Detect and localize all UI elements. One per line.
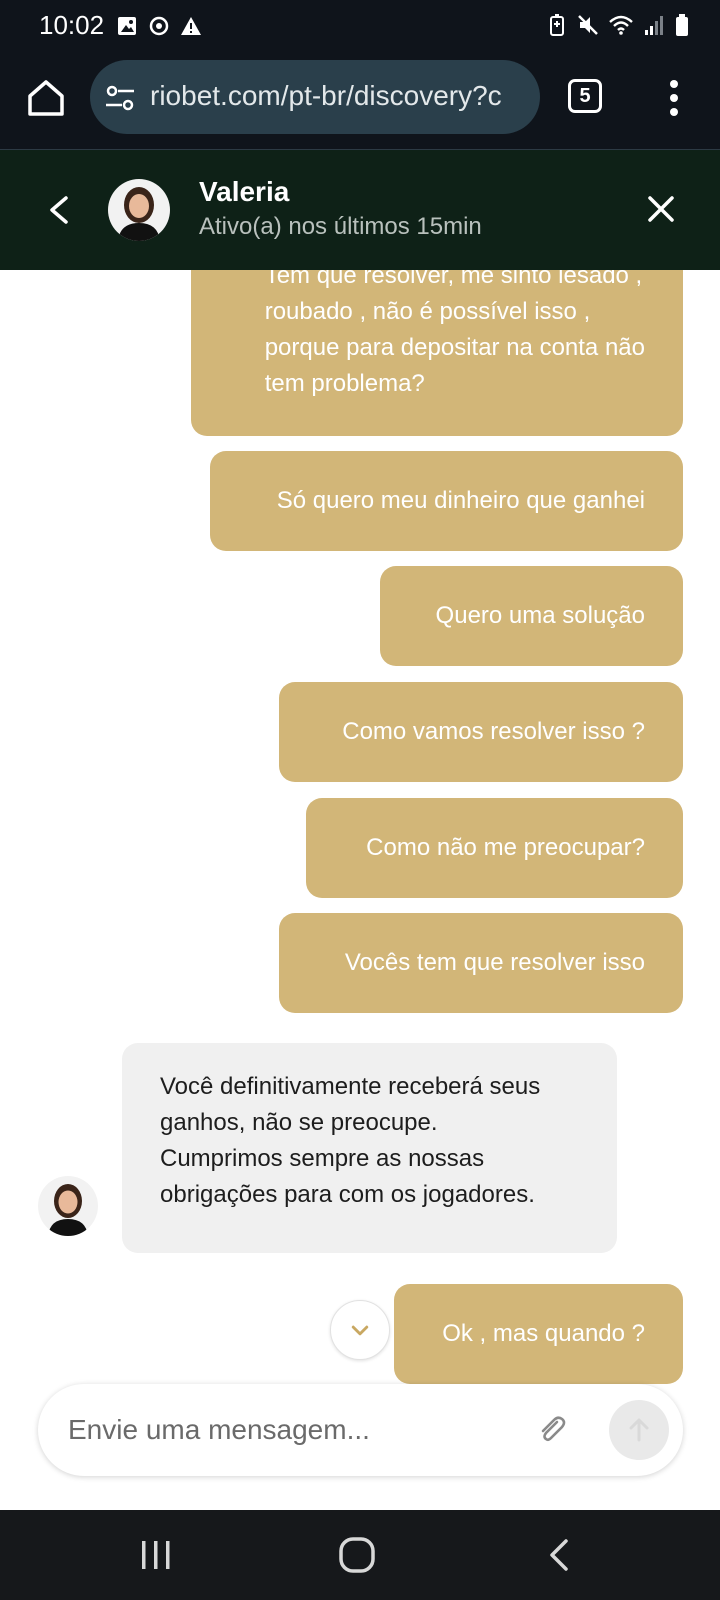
scroll-to-bottom-button[interactable] — [330, 1300, 390, 1360]
message-line: roubado , não é possível isso , — [264, 298, 591, 325]
agent-name: Valeria — [199, 176, 290, 207]
sync-icon — [149, 16, 169, 36]
system-navigation-bar — [0, 1510, 720, 1600]
message-outgoing: Como vamos resolver isso ? — [279, 682, 683, 782]
message-list[interactable]: Tem que resolver, me sinto lesado , roub… — [0, 270, 720, 1510]
chevron-down-icon — [351, 1325, 369, 1336]
message-line: ganhos, não se preocupe. — [160, 1109, 438, 1136]
gallery-icon — [118, 17, 136, 35]
message-text: Vocês tem que resolver isso — [344, 949, 645, 976]
arrow-up-icon — [629, 1418, 649, 1442]
send-button[interactable] — [609, 1400, 669, 1460]
message-outgoing: Vocês tem que resolver isso — [279, 913, 683, 1013]
message-incoming: Você definitivamente receberá seus ganho… — [122, 1043, 617, 1253]
status-right-icons — [546, 13, 690, 37]
tab-switcher-button[interactable]: 5 — [568, 79, 602, 113]
close-icon[interactable] — [646, 194, 676, 224]
message-text: Só quero meu dinheiro que ganhei — [276, 487, 645, 514]
agent-status: Ativo(a) nos últimos 15min — [199, 213, 482, 240]
mute-icon — [578, 15, 598, 35]
avatar-portrait-icon — [38, 1176, 98, 1236]
status-time: 10:02 — [39, 10, 105, 40]
message-outgoing: Só quero meu dinheiro que ganhei — [210, 451, 683, 551]
battery-icon — [676, 14, 688, 36]
message-outgoing: Como não me preocupar? — [306, 798, 683, 898]
message-line: obrigações para com os jogadores. — [160, 1181, 535, 1208]
more-menu-icon[interactable] — [664, 78, 684, 118]
message-text: Como vamos resolver isso ? — [342, 718, 645, 745]
back-icon[interactable] — [540, 1535, 580, 1575]
message-outgoing: Tem que resolver, me sinto lesado , roub… — [191, 270, 683, 436]
address-bar[interactable]: riobet.com/pt-br/discovery?c — [90, 60, 540, 134]
site-settings-icon[interactable] — [104, 84, 136, 112]
recent-apps-icon[interactable] — [136, 1535, 176, 1575]
wifi-icon — [609, 15, 633, 35]
back-arrow-icon[interactable] — [44, 194, 72, 226]
message-line: Tem que resolver, me sinto lesado , — [264, 270, 643, 289]
avatar-portrait-icon — [108, 179, 170, 241]
url-text[interactable]: riobet.com/pt-br/discovery?c — [150, 80, 530, 112]
warning-icon — [181, 17, 201, 35]
home-circle-icon[interactable] — [337, 1535, 377, 1575]
message-line: tem problema? — [264, 370, 425, 397]
agent-avatar — [108, 179, 170, 241]
home-icon[interactable] — [24, 76, 68, 120]
message-line: Cumprimos sempre as nossas — [160, 1145, 485, 1172]
agent-avatar-small — [38, 1176, 98, 1236]
browser-toolbar: riobet.com/pt-br/discovery?c 5 — [0, 52, 720, 150]
message-line: porque para depositar na conta não — [264, 334, 645, 361]
status-left-icons — [116, 14, 202, 38]
message-line: Você definitivamente receberá seus — [160, 1073, 541, 1100]
message-text: Ok , mas quando ? — [442, 1320, 645, 1347]
message-outgoing: Ok , mas quando ? — [394, 1284, 683, 1384]
message-input[interactable] — [68, 1406, 488, 1454]
screen: 10:02 riobet.com/pt-br/discovery?c 5 Val… — [0, 0, 720, 1600]
message-composer — [38, 1384, 683, 1476]
signal-icon — [645, 16, 663, 35]
message-text: Tem que resolver, me sinto lesado , roub… — [265, 270, 645, 402]
message-outgoing: Quero uma solução — [380, 566, 683, 666]
message-text: Quero uma solução — [435, 602, 645, 629]
battery-saver-icon — [550, 14, 564, 36]
attach-icon[interactable] — [535, 1413, 569, 1447]
chat-header: Valeria Ativo(a) nos últimos 15min — [0, 150, 720, 270]
status-bar: 10:02 — [0, 0, 720, 52]
message-text: Como não me preocupar? — [366, 834, 645, 861]
